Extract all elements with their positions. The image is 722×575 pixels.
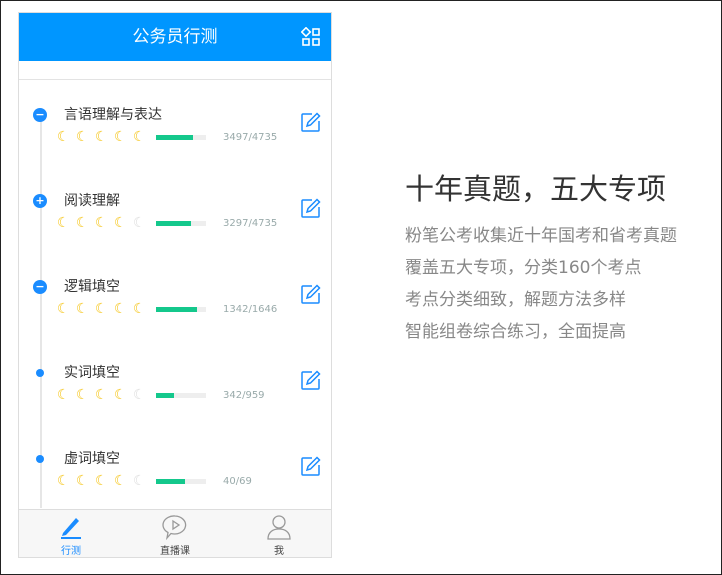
tab-label: 我 [274, 546, 284, 557]
banana-icon: ☾ [133, 215, 148, 231]
category-name: 言语理解与表达 [64, 107, 162, 123]
banana-icon: ☾ [76, 215, 91, 231]
category-item[interactable]: + 阅读理解 ☾ ☾ ☾ ☾ ☾ 3297/4735 [19, 193, 331, 280]
progress-fill [156, 307, 197, 312]
category-item[interactable]: − 言语理解与表达 ☾ ☾ ☾ ☾ ☾ 3497/4735 [19, 107, 331, 194]
banana-icon: ☾ [114, 215, 129, 231]
banana-icon: ☾ [114, 473, 129, 489]
node-dot-icon [36, 369, 44, 377]
tab-bar: 行测 直播课 我 [19, 509, 331, 557]
level-rating: ☾ ☾ ☾ ☾ ☾ [57, 473, 152, 489]
edit-icon[interactable] [300, 198, 321, 219]
progress-count: 40/69 [223, 476, 252, 487]
progress-count: 1342/1646 [223, 304, 278, 315]
expand-icon[interactable]: + [33, 194, 47, 208]
progress-fill [156, 135, 193, 140]
banana-icon: ☾ [95, 473, 110, 489]
progress-count: 3497/4735 [223, 132, 278, 143]
category-name: 实词填空 [64, 365, 120, 381]
progress-count: 3297/4735 [223, 218, 278, 229]
phone-screen: 公务员行测 − 言语理解与表达 ☾ ☾ ☾ ☾ ☾ 3497/4735 + 阅读理解 ☾ ☾ ☾… [18, 12, 332, 558]
promo-line: 粉笔公考收集近十年国考和省考真题 [405, 226, 677, 246]
level-rating: ☾ ☾ ☾ ☾ ☾ [57, 387, 152, 403]
user-icon [267, 515, 291, 540]
progress-count: 342/959 [223, 390, 265, 401]
banana-icon: ☾ [114, 387, 129, 403]
edit-icon[interactable] [300, 456, 321, 477]
promo-title: 十年真题，五大专项 [405, 172, 667, 206]
tab-label: 行测 [61, 546, 81, 557]
level-rating: ☾ ☾ ☾ ☾ ☾ [57, 301, 152, 317]
edit-icon[interactable] [300, 112, 321, 133]
promo-line: 智能组卷综合练习，全面提高 [405, 322, 626, 342]
edit-icon[interactable] [300, 370, 321, 391]
collapse-icon[interactable]: − [33, 280, 47, 294]
banana-icon: ☾ [95, 215, 110, 231]
tab-me[interactable]: 我 [227, 510, 331, 557]
category-name: 阅读理解 [64, 193, 120, 209]
level-rating: ☾ ☾ ☾ ☾ ☾ [57, 215, 152, 231]
banana-icon: ☾ [57, 387, 72, 403]
banana-icon: ☾ [95, 301, 110, 317]
banana-icon: ☾ [76, 387, 91, 403]
banana-icon: ☾ [133, 473, 148, 489]
banana-icon: ☾ [57, 473, 72, 489]
category-item[interactable]: 实词填空 ☾ ☾ ☾ ☾ ☾ 342/959 [19, 365, 331, 452]
collapse-icon[interactable]: − [33, 108, 47, 122]
banana-icon: ☾ [57, 301, 72, 317]
progress-fill [156, 479, 185, 484]
progress-bar [156, 307, 206, 312]
node-dot-icon [36, 455, 44, 463]
promo-line: 覆盖五大专项，分类160个考点 [405, 258, 642, 278]
tab-label: 直播课 [160, 546, 190, 557]
progress-bar [156, 393, 206, 398]
banana-icon: ☾ [95, 387, 110, 403]
pencil-icon [61, 518, 81, 539]
promo-line: 考点分类细致，解题方法多样 [405, 290, 626, 310]
progress-bar [156, 135, 206, 140]
edit-icon[interactable] [300, 284, 321, 305]
banana-icon: ☾ [114, 129, 129, 145]
banana-icon: ☾ [133, 301, 148, 317]
progress-fill [156, 221, 191, 226]
level-rating: ☾ ☾ ☾ ☾ ☾ [57, 129, 152, 145]
divider [19, 79, 331, 80]
banana-icon: ☾ [95, 129, 110, 145]
banana-icon: ☾ [57, 129, 72, 145]
progress-bar [156, 221, 206, 226]
banana-icon: ☾ [76, 129, 91, 145]
category-name: 虚词填空 [64, 451, 120, 467]
banana-icon: ☾ [76, 473, 91, 489]
banana-icon: ☾ [57, 215, 72, 231]
play-bubble-icon [162, 515, 187, 540]
tab-live[interactable]: 直播课 [123, 510, 227, 557]
banana-icon: ☾ [114, 301, 129, 317]
category-name: 逻辑填空 [64, 279, 120, 295]
progress-bar [156, 479, 206, 484]
banana-icon: ☾ [133, 387, 148, 403]
progress-fill [156, 393, 174, 398]
tab-xingce[interactable]: 行测 [19, 510, 123, 557]
category-item[interactable]: − 逻辑填空 ☾ ☾ ☾ ☾ ☾ 1342/1646 [19, 279, 331, 366]
app-header: 公务员行测 [19, 13, 331, 61]
page-title: 公务员行测 [132, 27, 218, 47]
banana-icon: ☾ [133, 129, 148, 145]
apps-grid-icon[interactable] [301, 27, 321, 47]
banana-icon: ☾ [76, 301, 91, 317]
promo: 十年真题，五大专项 粉笔公考收集近十年国考和省考真题 覆盖五大专项，分类160个… [405, 166, 677, 348]
